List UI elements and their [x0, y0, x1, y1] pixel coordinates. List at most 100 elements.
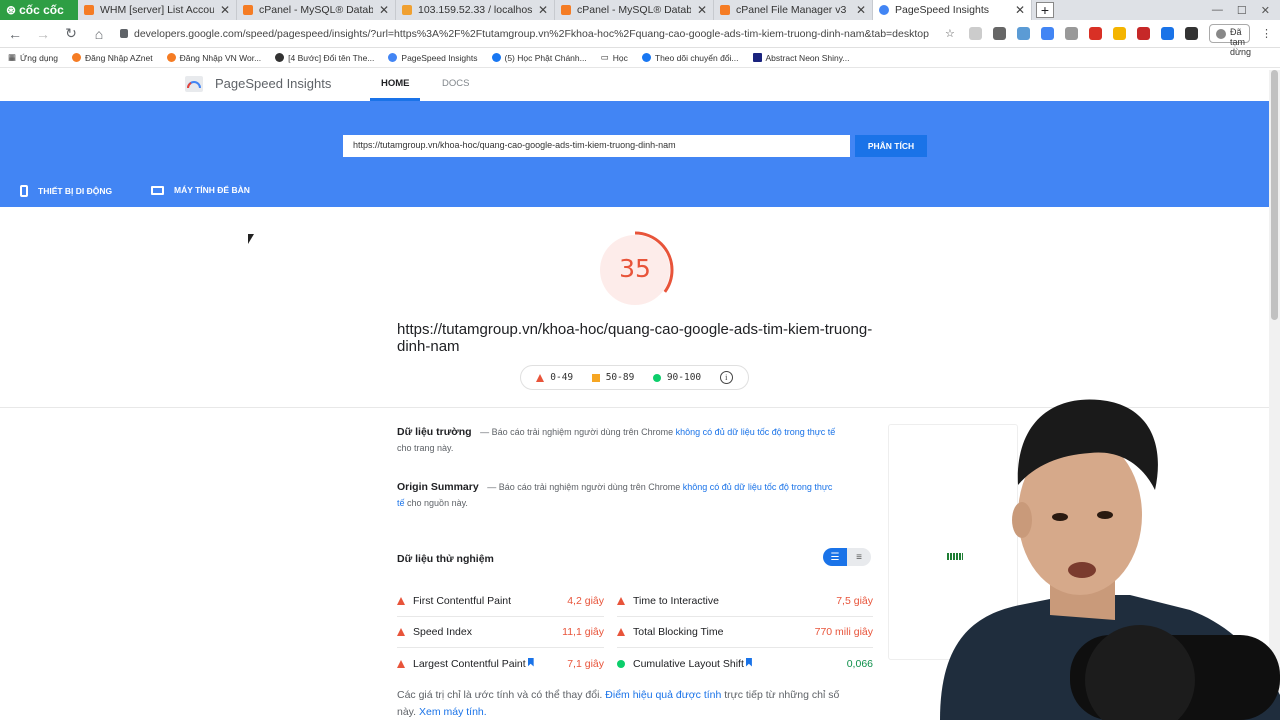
hero-banner: https://tutamgroup.vn/khoa-hoc/quang-cao…	[0, 101, 1269, 207]
facebook-icon	[641, 53, 651, 62]
analyze-button[interactable]: PHÂN TÍCH	[855, 135, 927, 157]
cpanel-icon	[166, 53, 176, 62]
close-tab-icon[interactable]: ✕	[220, 3, 230, 17]
minimize-icon[interactable]: —	[1212, 4, 1223, 16]
bookmark-hoc[interactable]: ▭ Học	[601, 52, 628, 63]
back-icon[interactable]: ←	[8, 26, 22, 42]
psi-title: PageSpeed Insights	[215, 76, 332, 91]
close-tab-icon[interactable]: ✕	[697, 3, 707, 17]
url-bar[interactable]: developers.google.com/speed/pagespeed/in…	[120, 28, 931, 40]
screen-icon[interactable]	[1161, 27, 1174, 40]
tab-filemanager[interactable]: cPanel File Manager v3 ✕	[714, 0, 873, 20]
tab-pagespeed[interactable]: PageSpeed Insights ✕	[873, 0, 1032, 20]
invoice-icon[interactable]	[1137, 27, 1150, 40]
extension-iq-icon[interactable]	[1017, 27, 1030, 40]
forward-icon[interactable]: →	[36, 26, 50, 42]
camera-icon[interactable]	[1065, 27, 1078, 40]
bookmark-hocphat[interactable]: (5) Học Phật Chánh...	[491, 53, 587, 63]
mouse-cursor-icon	[248, 234, 254, 244]
tab-desktop[interactable]: MÁY TÍNH ĐỂ BÀN	[151, 185, 250, 195]
reload-icon[interactable]: ↻	[64, 25, 78, 42]
bookmark-star-icon[interactable]: ☆	[945, 27, 958, 40]
origin-summary-title: Origin Summary	[397, 481, 479, 493]
poor-triangle-icon	[397, 659, 405, 668]
home-icon[interactable]: ⌂	[92, 26, 106, 42]
field-data-section: Dữ liệu trường — Báo cáo trải nghiệm ngư…	[397, 426, 836, 453]
v-logo-icon	[752, 53, 762, 62]
url-input[interactable]: https://tutamgroup.vn/khoa-hoc/quang-cao…	[343, 135, 850, 157]
cpanel-icon	[720, 5, 730, 15]
nav-home[interactable]: HOME	[381, 78, 410, 89]
poor-triangle-icon	[536, 373, 545, 382]
new-tab-button[interactable]: +	[1036, 2, 1054, 18]
tab-bar: ⊛cốc cốc WHM [server] List Accounts✕ cPa…	[0, 0, 1280, 20]
profile-button[interactable]: Đã tạm dừng	[1209, 24, 1251, 57]
close-window-icon[interactable]: ✕	[1261, 4, 1270, 17]
nav-docs[interactable]: DOCS	[442, 78, 469, 89]
cpanel-icon	[84, 5, 94, 15]
poor-triangle-icon	[397, 628, 405, 636]
bookmark-doiten[interactable]: [4 Bước] Đổi tên The...	[275, 53, 374, 63]
calendar-icon[interactable]	[1089, 27, 1102, 40]
phpmyadmin-icon	[402, 5, 412, 15]
metric-tbt: Total Blocking Time 770 mili giây	[617, 617, 873, 648]
bookmark-aznet[interactable]: Đăng Nhập AZnet	[72, 53, 153, 63]
poor-triangle-icon	[617, 597, 625, 605]
tab-whm[interactable]: WHM [server] List Accounts✕	[78, 0, 237, 20]
diamond-icon	[275, 53, 285, 62]
close-tab-icon[interactable]: ✕	[1015, 3, 1025, 17]
bookmark-neon[interactable]: Abstract Neon Shiny...	[752, 53, 849, 63]
poor-triangle-icon	[397, 597, 405, 605]
avatar	[1216, 28, 1226, 39]
browser-logo[interactable]: ⊛ cốc cốc	[0, 0, 78, 20]
metric-si: Speed Index 11,1 giây	[397, 617, 604, 648]
tab-phpmyadmin[interactable]: 103.159.52.33 / localhost / v✕	[396, 0, 555, 20]
maximize-icon[interactable]: ☐	[1237, 4, 1247, 17]
tab-mobile[interactable]: THIẾT BỊ DI ĐỘNG	[20, 185, 112, 197]
expanded-view-icon[interactable]: ≡	[847, 548, 871, 566]
compact-view-icon[interactable]: ☰	[823, 548, 847, 566]
cpanel-icon	[561, 5, 571, 15]
translate-icon[interactable]	[1041, 27, 1054, 40]
bookmark-pagespeed[interactable]: PageSpeed Insights	[388, 53, 478, 63]
good-circle-icon	[652, 373, 661, 382]
field-data-title: Dữ liệu trường	[397, 426, 472, 438]
performance-score: 35	[619, 254, 651, 283]
psi-header: PageSpeed Insights HOME DOCS	[0, 68, 1280, 101]
pagespeed-logo-icon	[185, 76, 203, 92]
field-data-link[interactable]: không có đủ dữ liệu tốc độ trong thực tế	[676, 427, 836, 437]
bookmark-theodoi[interactable]: Theo dõi chuyển đổi...	[641, 53, 739, 63]
score-calc-link[interactable]: Điểm hiệu quả được tính	[605, 689, 721, 701]
pagespeed-icon	[388, 53, 398, 62]
laptop-icon	[151, 185, 164, 195]
metric-fcp: First Contentful Paint 4,2 giây	[397, 586, 604, 617]
scrollbar-thumb[interactable]	[1271, 70, 1278, 320]
bookmark-vnwor[interactable]: Đăng Nhập VN Wor...	[166, 53, 261, 63]
shield-icon[interactable]	[969, 27, 982, 40]
bookmark-icon	[527, 657, 534, 667]
cpanel-icon	[243, 5, 253, 15]
bookmark-icon	[745, 657, 752, 667]
lab-data-title: Dữ liệu thử nghiệm	[397, 553, 494, 565]
metric-lcp: Largest Contentful Paint 7,1 giây	[397, 648, 604, 679]
puzzle-icon[interactable]	[1185, 27, 1198, 40]
cpanel-icon	[72, 53, 82, 62]
calculator-link[interactable]: Xem máy tính.	[419, 706, 487, 718]
close-tab-icon[interactable]: ✕	[856, 3, 866, 17]
webcam-presenter-overlay	[940, 399, 1280, 720]
tab-mysql-1[interactable]: cPanel - MySQL® Databases✕	[237, 0, 396, 20]
close-tab-icon[interactable]: ✕	[379, 3, 389, 17]
bookmark-apps[interactable]: ▦ Ứng dụng	[8, 52, 58, 63]
metric-tti: Time to Interactive 7,5 giây	[617, 586, 873, 617]
info-icon[interactable]: i	[719, 371, 733, 384]
poor-triangle-icon	[617, 628, 625, 636]
coccoc-icon: ⊛	[6, 3, 17, 17]
download-icon[interactable]	[993, 27, 1006, 40]
score-legend: 0-49 50-89 90-100 i	[520, 365, 749, 390]
metric-cls: Cumulative Layout Shift 0,066	[617, 648, 873, 679]
estimate-note: Các giá trị chỉ là ước tính và có thể th…	[397, 689, 840, 718]
tab-mysql-2[interactable]: cPanel - MySQL® Databases✕	[555, 0, 714, 20]
menu-icon[interactable]: ⋮	[1261, 27, 1272, 40]
extension-icon[interactable]	[1113, 27, 1126, 40]
close-tab-icon[interactable]: ✕	[538, 3, 548, 17]
